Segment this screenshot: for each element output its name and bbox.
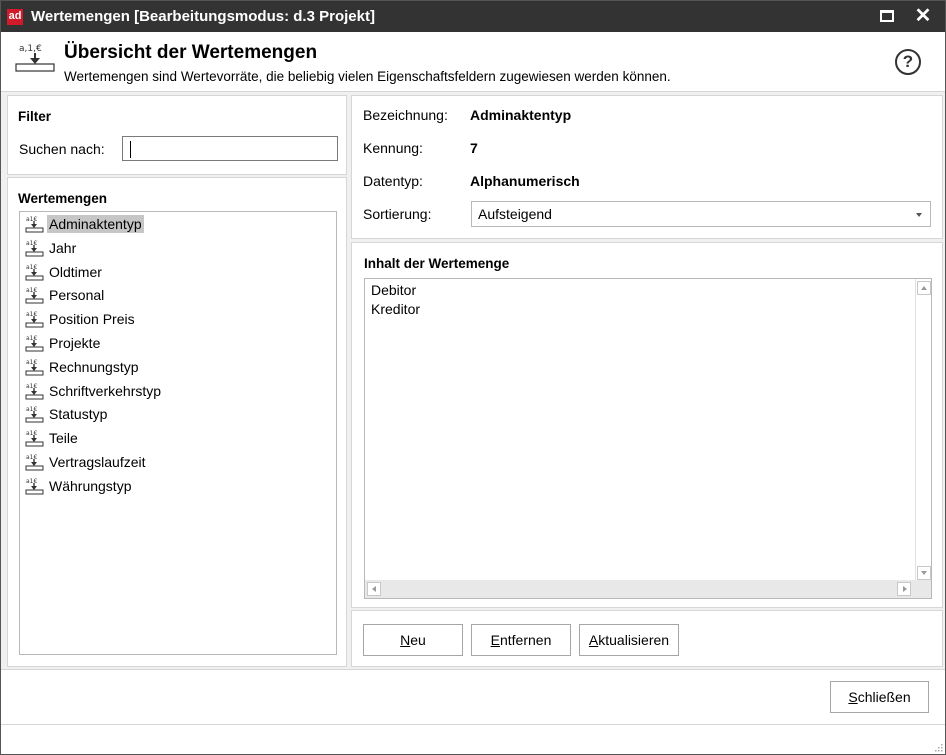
tree-item-label: Jahr	[49, 239, 77, 256]
value-set-icon: a1€	[25, 334, 45, 352]
svg-text:a1€: a1€	[26, 335, 37, 342]
sort-select-value: Aufsteigend	[478, 206, 552, 222]
tree-item-label: Teile	[49, 430, 78, 447]
value-set-icon: a1€	[25, 215, 45, 233]
sort-label: Sortierung:	[363, 206, 432, 222]
list-item[interactable]: Kreditor	[371, 301, 420, 317]
id-label: Kennung:	[363, 140, 423, 156]
arrow-right-icon	[903, 586, 907, 592]
dialog-header: a,1,€ Übersicht der Wertemengen Wertemen…	[1, 32, 945, 92]
value-set-icon: a1€	[25, 310, 45, 328]
value-set-icon: a1€	[25, 358, 45, 376]
list-item[interactable]: Debitor	[371, 282, 416, 298]
filter-title: Filter	[18, 109, 52, 124]
svg-text:a1€: a1€	[26, 430, 37, 437]
properties-section: Bezeichnung: Adminaktentyp Kennung: 7 Da…	[351, 95, 943, 239]
value-sets-list[interactable]: a1€ Adminaktentyp a1€ Jahr a1€ Oldtimer a1€ Per…	[19, 211, 337, 655]
tree-item-label: Position Preis	[49, 311, 135, 328]
type-value: Alphanumerisch	[470, 173, 580, 189]
page-title: Übersicht der Wertemengen	[64, 42, 318, 63]
tree-item-label: Währungstyp	[49, 477, 132, 494]
value-set-icon: a1€	[25, 429, 45, 447]
tree-item-label: Adminaktentyp	[47, 215, 144, 233]
svg-text:a1€: a1€	[26, 406, 37, 413]
id-value: 7	[470, 140, 478, 156]
svg-text:a1€: a1€	[26, 240, 37, 247]
search-input[interactable]	[122, 136, 338, 161]
scroll-up-button[interactable]	[917, 281, 931, 295]
close-button[interactable]: Schließen	[830, 681, 929, 713]
tree-item-label: Personal	[49, 287, 105, 304]
value-set-icon: a1€	[25, 477, 45, 495]
tree-item-label: Vertragslaufzeit	[49, 454, 146, 470]
help-icon[interactable]: ?	[895, 49, 921, 75]
content-list[interactable]: Debitor Kreditor	[364, 278, 932, 599]
svg-text:a1€: a1€	[26, 383, 37, 390]
refresh-button[interactable]: Aktualisieren	[579, 624, 679, 656]
name-label: Bezeichnung:	[363, 107, 448, 123]
arrow-left-icon	[372, 586, 376, 592]
scrollbar-corner	[915, 580, 931, 598]
scroll-left-button[interactable]	[367, 582, 381, 596]
svg-text:a1€: a1€	[26, 216, 37, 223]
dialog-footer: Schließen	[1, 669, 945, 724]
filter-section: Filter Suchen nach:	[7, 95, 347, 175]
search-label: Suchen nach:	[19, 141, 105, 157]
tree-item-label: Rechnungstyp	[49, 358, 139, 375]
value-set-icon: a1€	[25, 263, 45, 281]
value-set-icon: a1€	[25, 286, 45, 304]
scroll-down-button[interactable]	[917, 566, 931, 580]
title-bar[interactable]: ad Wertemengen [Bearbeitungsmodus: d.3 P…	[1, 1, 945, 32]
vertical-scrollbar[interactable]	[915, 279, 931, 582]
horizontal-scrollbar[interactable]	[365, 580, 915, 598]
actions-section: Neu Entfernen Aktualisieren	[351, 610, 943, 667]
tree-item-label: Schriftverkehrstyp	[49, 382, 162, 399]
value-set-icon: a1€	[25, 382, 45, 400]
close-window-button[interactable]: ✕	[905, 1, 941, 32]
value-set-icon: a1€	[25, 239, 45, 257]
new-button[interactable]: Neu	[363, 624, 463, 656]
tree-item-label: Projekte	[49, 335, 101, 351]
tree-item-label: Oldtimer	[49, 263, 102, 280]
svg-text:a1€: a1€	[26, 454, 37, 461]
text-caret	[130, 141, 131, 158]
content-title: Inhalt der Wertemenge	[364, 256, 510, 271]
value-set-icon: a1€	[25, 405, 45, 423]
svg-text:a1€: a1€	[26, 311, 37, 318]
window-title: Wertemengen [Bearbeitungsmodus: d.3 Proj…	[31, 8, 375, 25]
status-bar	[1, 724, 945, 754]
page-description: Wertemengen sind Wertevorräte, die belie…	[64, 69, 671, 84]
svg-text:a1€: a1€	[26, 478, 37, 485]
value-sets-title: Wertemengen	[18, 191, 108, 206]
type-label: Datentyp:	[363, 173, 423, 189]
svg-text:a1€: a1€	[26, 359, 37, 366]
app-logo-icon: ad	[7, 9, 23, 25]
resize-grip-icon[interactable]	[933, 742, 943, 752]
content-section: Inhalt der Wertemenge Debitor Kreditor	[351, 242, 943, 608]
svg-text:a1€: a1€	[26, 264, 37, 271]
name-value: Adminaktentyp	[470, 107, 572, 123]
value-set-icon: a1€	[25, 453, 45, 471]
sort-select[interactable]: Aufsteigend	[471, 201, 931, 227]
remove-button[interactable]: Entfernen	[471, 624, 571, 656]
chevron-down-icon	[916, 213, 922, 217]
dialog-window: ad Wertemengen [Bearbeitungsmodus: d.3 P…	[0, 0, 946, 755]
arrow-up-icon	[921, 286, 927, 290]
svg-text:a1€: a1€	[26, 287, 37, 294]
arrow-down-icon	[921, 571, 927, 575]
maximize-button[interactable]	[869, 1, 905, 32]
scroll-right-button[interactable]	[897, 582, 911, 596]
value-set-icon-text: a,1,€	[19, 44, 42, 54]
value-set-icon: a,1,€	[15, 42, 57, 72]
tree-item-label: Statustyp	[49, 406, 108, 423]
left-panel: Filter Suchen nach: Wertemengen a1€ Admin…	[7, 95, 347, 667]
maximize-icon	[880, 10, 894, 22]
